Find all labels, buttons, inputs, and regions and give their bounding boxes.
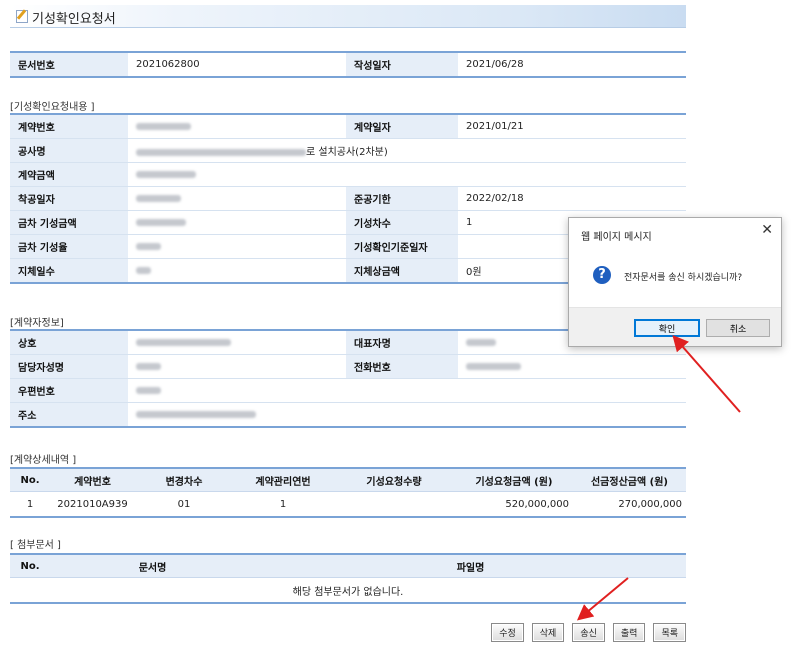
cell-advance-amount: 270,000,000 xyxy=(573,491,686,518)
detail-section-title: [계약상세내역 ] xyxy=(10,455,77,466)
address-label: 주소 xyxy=(10,402,128,428)
page-title-bar: 기성확인요청서 xyxy=(10,5,686,28)
col-manage-seq: 계약관리연번 xyxy=(233,467,333,492)
edit-document-icon xyxy=(16,10,28,23)
progress-count-label: 기성차수 xyxy=(346,210,458,235)
doc-no-label: 문서번호 xyxy=(10,52,128,78)
list-button[interactable]: 목록 xyxy=(653,623,686,642)
start-date-label: 착공일자 xyxy=(10,186,128,211)
delay-days-value xyxy=(128,258,346,284)
contract-date-value: 2021/01/21 xyxy=(458,114,686,139)
phone-label: 전화번호 xyxy=(346,354,458,379)
col-change-count: 변경차수 xyxy=(135,467,233,492)
print-button[interactable]: 출력 xyxy=(612,623,646,642)
col-file-name: 파일명 xyxy=(255,553,686,578)
this-rate-label: 금차 기성율 xyxy=(10,234,128,259)
zip-value xyxy=(128,378,686,403)
col-request-qty: 기성요청수량 xyxy=(333,467,455,492)
basis-date-label: 기성확인기준일자 xyxy=(346,234,458,259)
write-date-label: 작성일자 xyxy=(346,52,458,78)
send-button[interactable]: 송신 xyxy=(572,623,605,642)
dialog-cancel-button[interactable]: 취소 xyxy=(706,319,770,337)
contract-no-label: 계약번호 xyxy=(10,114,128,139)
request-section-title: [기성확인요청내용 ] xyxy=(10,102,95,113)
project-name-label: 공사명 xyxy=(10,138,128,163)
col-contract-no: 계약번호 xyxy=(50,467,135,492)
contractor-section-title: [계약자정보] xyxy=(10,318,64,329)
project-name-suffix: 로 설치공사(2차분) xyxy=(306,147,388,158)
attach-section-title: [ 첨부문서 ] xyxy=(10,540,61,551)
delete-button[interactable]: 삭제 xyxy=(531,623,565,642)
dialog-message: 전자문서를 송신 하시겠습니까? xyxy=(624,273,743,283)
close-icon[interactable]: ✕ xyxy=(761,222,773,238)
write-date-value: 2021/06/28 xyxy=(458,52,686,78)
col-no: No. xyxy=(10,467,50,492)
delay-days-label: 지체일수 xyxy=(10,258,128,284)
phone-value xyxy=(458,354,686,379)
this-amount-value xyxy=(128,210,346,235)
this-rate-value xyxy=(128,234,346,259)
cell-request-qty xyxy=(333,491,455,518)
edit-button[interactable]: 수정 xyxy=(491,623,524,642)
start-date-value xyxy=(128,186,346,211)
attachment-table: No. 문서명 파일명 해당 첨부문서가 없습니다. xyxy=(10,553,686,604)
question-icon: ? xyxy=(593,266,611,284)
page-title: 기성확인요청서 xyxy=(32,12,116,27)
table-row: 1 2021010A939 01 1 520,000,000 270,000,0… xyxy=(10,491,686,518)
deadline-value: 2022/02/18 xyxy=(458,186,686,211)
dialog-ok-button[interactable]: 확인 xyxy=(634,319,700,337)
zip-label: 우편번호 xyxy=(10,378,128,403)
this-amount-label: 금차 기성금액 xyxy=(10,210,128,235)
company-value xyxy=(128,330,346,355)
contract-no-value xyxy=(128,114,346,139)
col-request-amount: 기성요청금액 (원) xyxy=(455,467,573,492)
attach-empty-message: 해당 첨부문서가 없습니다. xyxy=(10,577,686,604)
col-attach-no: No. xyxy=(10,553,50,578)
col-doc-name: 문서명 xyxy=(50,553,255,578)
cell-change-count: 01 xyxy=(135,491,233,518)
project-name-value: 로 설치공사(2차분) xyxy=(128,138,686,163)
address-value xyxy=(128,402,686,428)
contract-detail-table: No. 계약번호 변경차수 계약관리연번 기성요청수량 기성요청금액 (원) 선… xyxy=(10,467,686,518)
ceo-label: 대표자명 xyxy=(346,330,458,355)
company-label: 상호 xyxy=(10,330,128,355)
cell-contract-no: 2021010A939 xyxy=(50,491,135,518)
document-info-table: 문서번호 2021062800 작성일자 2021/06/28 xyxy=(10,51,686,78)
cell-no: 1 xyxy=(10,491,50,518)
delay-amount-label: 지체상금액 xyxy=(346,258,458,284)
contract-amount-value xyxy=(128,162,686,187)
cell-request-amount: 520,000,000 xyxy=(455,491,573,518)
action-button-bar: 수정 삭제 송신 출력 목록 xyxy=(491,623,686,642)
doc-no-value: 2021062800 xyxy=(128,52,346,78)
confirm-dialog: 웹 페이지 메시지 ✕ ? 전자문서를 송신 하시겠습니까? 확인 취소 xyxy=(568,217,782,347)
contract-date-label: 계약일자 xyxy=(346,114,458,139)
col-advance-amount: 선금정산금액 (원) xyxy=(573,467,686,492)
dialog-title: 웹 페이지 메시지 xyxy=(581,232,652,243)
cell-manage-seq: 1 xyxy=(233,491,333,518)
manager-value xyxy=(128,354,346,379)
manager-label: 담당자성명 xyxy=(10,354,128,379)
deadline-label: 준공기한 xyxy=(346,186,458,211)
contract-amount-label: 계약금액 xyxy=(10,162,128,187)
